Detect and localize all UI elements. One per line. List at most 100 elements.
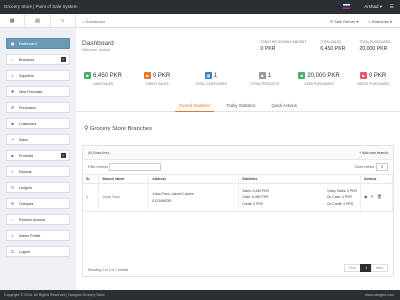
sidebar-item-ledgers[interactable]: ☷ Ledgers	[6, 182, 70, 193]
kpi-tile: ■ 1 Total Products	[238, 72, 292, 100]
add-branch-button[interactable]: + Add new branch	[359, 151, 388, 155]
sidebar-item-reports[interactable]: ≡ Reports	[6, 166, 70, 177]
table-header-row: Sr. Branch Name Address Statistics Actio…	[83, 174, 394, 184]
stat-value: 20,000 PKR	[359, 45, 388, 52]
edit-icon[interactable]: ✎	[370, 194, 373, 201]
kpi-tile: ▦ 1 Total Categories	[184, 72, 238, 100]
sidebar-item-customers[interactable]: ☻ Customers	[6, 118, 70, 129]
sidebar-item-label: Suppliers	[19, 73, 34, 78]
pager-prev[interactable]: Prev	[344, 264, 362, 272]
branches-link[interactable]: ⌂ Branches ▾	[368, 19, 392, 24]
showing-entries-text: Showing 1 to 1 of 1 entries	[88, 268, 129, 272]
sale-return-label: Sale Return	[334, 18, 356, 24]
list-view-icon[interactable]: ▤	[25, 14, 51, 27]
breadcrumb-dashboard[interactable]: Dashboard	[86, 19, 106, 24]
sidebar-item-receive-amount[interactable]: ↓ Receive Amount	[6, 214, 70, 225]
kpi-caption: Credit Purchases	[356, 82, 390, 86]
sidebar-item-admin-profile[interactable]: ☺ Admin Profile	[6, 230, 70, 241]
phone-line: 0123456789	[152, 198, 172, 203]
kpi-icon: ■	[83, 72, 91, 79]
sidebar-item-label: Products	[19, 153, 34, 158]
cell-branch-name: Johar Town	[98, 183, 150, 212]
col-branch-name[interactable]: Branch Name	[98, 174, 150, 184]
col-actions: Actions	[360, 174, 394, 184]
sidebar-item-sales[interactable]: ↗ Sales	[6, 134, 70, 145]
col-sr[interactable]: Sr.	[83, 174, 100, 184]
branches-table: Sr. Branch Name Address Statistics Actio…	[83, 174, 394, 212]
col-address[interactable]: Address	[148, 174, 240, 184]
branch-icon: ⌂	[368, 18, 371, 24]
branch-link[interactable]: Johar Town	[102, 195, 119, 199]
sidebar-item-purchases[interactable]: ☰ Purchases	[6, 102, 70, 113]
sidebar-item-label: Reports	[19, 169, 32, 174]
sidebar-icon: ■	[11, 153, 14, 158]
location-pin-icon: ⚲	[84, 126, 89, 132]
cell-address: Johar Town ,Lahore Lahore 0123456789	[148, 183, 240, 212]
sale-return-link[interactable]: ↺ Sale Return ▾	[330, 19, 359, 24]
stat-value: 6,450 PKR	[320, 45, 346, 52]
tab-quick-actions[interactable]: Quick Actions	[267, 100, 300, 112]
kpi-icon: ■	[359, 72, 367, 79]
sidebar: ▣ Dashboard ⌂ Branches + ☺ Suppliers ✚ New Purch…	[0, 28, 76, 290]
return-icon: ↺	[329, 18, 334, 24]
sidebar-icon: ☷	[10, 185, 15, 190]
main-content: Dashboard Welcome, arshad Today Receivab…	[76, 28, 400, 290]
view-icon[interactable]: ◉	[364, 194, 368, 201]
home-icon[interactable]: ⌂	[82, 19, 84, 24]
delete-icon[interactable]: 🗑	[377, 194, 382, 201]
branches-panel-title: ⚲ Grocery Store Branches	[84, 126, 152, 132]
sidebar-item-label: Logout	[19, 249, 30, 254]
kpi-tile: ■ 20,000 PKR Cash Purchases	[292, 72, 346, 100]
sidebar-item-label: Sales	[19, 137, 28, 142]
kpi-icon: ■	[258, 72, 266, 79]
tab-today-statistics[interactable]: Today Statistics	[222, 100, 259, 112]
pagination: Prev 1 Next	[344, 264, 388, 272]
stat-label: Total Purchases	[359, 40, 390, 44]
panel-header: All Branches + Add new branch	[83, 146, 393, 160]
top-bar: Grocery Store | Point of Sale System Ars…	[0, 0, 400, 14]
tab-overall-statistics[interactable]: Overall Statistics	[175, 100, 215, 112]
sidebar-icon: ☺	[10, 73, 15, 78]
app-title: Grocery Store | Point of Sale System	[4, 4, 78, 9]
expand-plus-icon[interactable]: +	[61, 57, 66, 62]
sidebar-item-dashboard[interactable]: ▣ Dashboard	[6, 38, 70, 49]
stat-cash: Cash: 6,450 PKR	[242, 195, 269, 200]
kpi-icon: ■	[298, 72, 306, 79]
stat-value: 0 PKR	[260, 45, 276, 52]
footer-link[interactable]: www.nanglox.com	[365, 293, 394, 297]
kpi-icon: ▦	[204, 72, 212, 79]
sidebar-item-suppliers[interactable]: ☺ Suppliers	[6, 70, 70, 81]
sidebar-item-branches[interactable]: ⌂ Branches +	[6, 54, 70, 65]
search-icon[interactable]: ⌕	[51, 14, 76, 27]
sidebar-icon: ☺	[10, 233, 15, 238]
hamburger-icon[interactable]: ☰	[390, 4, 394, 10]
kpi-icon: ■	[143, 72, 151, 79]
filter-label: Filter records:	[88, 165, 109, 169]
sidebar-toolbar: ▦ ▤ ⌕	[0, 14, 76, 28]
pager-next[interactable]: Next	[371, 264, 388, 272]
sidebar-item-label: New Purchase	[19, 89, 43, 94]
col-statistics[interactable]: Statistics	[238, 174, 361, 184]
footer-copyright: Copyright © 2016. All Rights Reserved | …	[4, 293, 105, 297]
kpi-caption: Cash Purchases	[304, 82, 334, 86]
sidebar-item-new-purchase[interactable]: ✚ New Purchase	[6, 86, 70, 97]
sidebar-item-cheques[interactable]: ✉ Cheques	[6, 198, 70, 209]
sidebar-item-products[interactable]: ■ Products +	[6, 150, 70, 161]
sidebar-icon: ↗	[10, 137, 15, 142]
grid-view-icon[interactable]: ▦	[0, 14, 26, 27]
kpi-value: 1	[213, 72, 218, 79]
user-menu[interactable]: Arshad ▾	[364, 4, 382, 10]
show-entries-select[interactable]: 5	[376, 163, 388, 171]
expand-plus-icon[interactable]: +	[61, 153, 66, 158]
sidebar-icon: ☰	[10, 105, 15, 110]
all-branches-label: All Branches	[88, 150, 110, 155]
sidebar-item-logout[interactable]: ⏻ Logout	[6, 246, 70, 257]
table-filters: Filter records: Show entries: 5	[83, 160, 393, 174]
welcome-text: Welcome, arshad	[82, 48, 110, 52]
filter-input[interactable]	[109, 163, 161, 171]
kpi-value: 1	[267, 72, 272, 79]
header-stats: Today Receivable Amount 0 PKR Total Sale…	[260, 40, 390, 52]
branches-label: Branches	[371, 18, 389, 24]
sidebar-item-label: Purchases	[19, 105, 36, 110]
sidebar-icon: ▣	[10, 41, 15, 46]
